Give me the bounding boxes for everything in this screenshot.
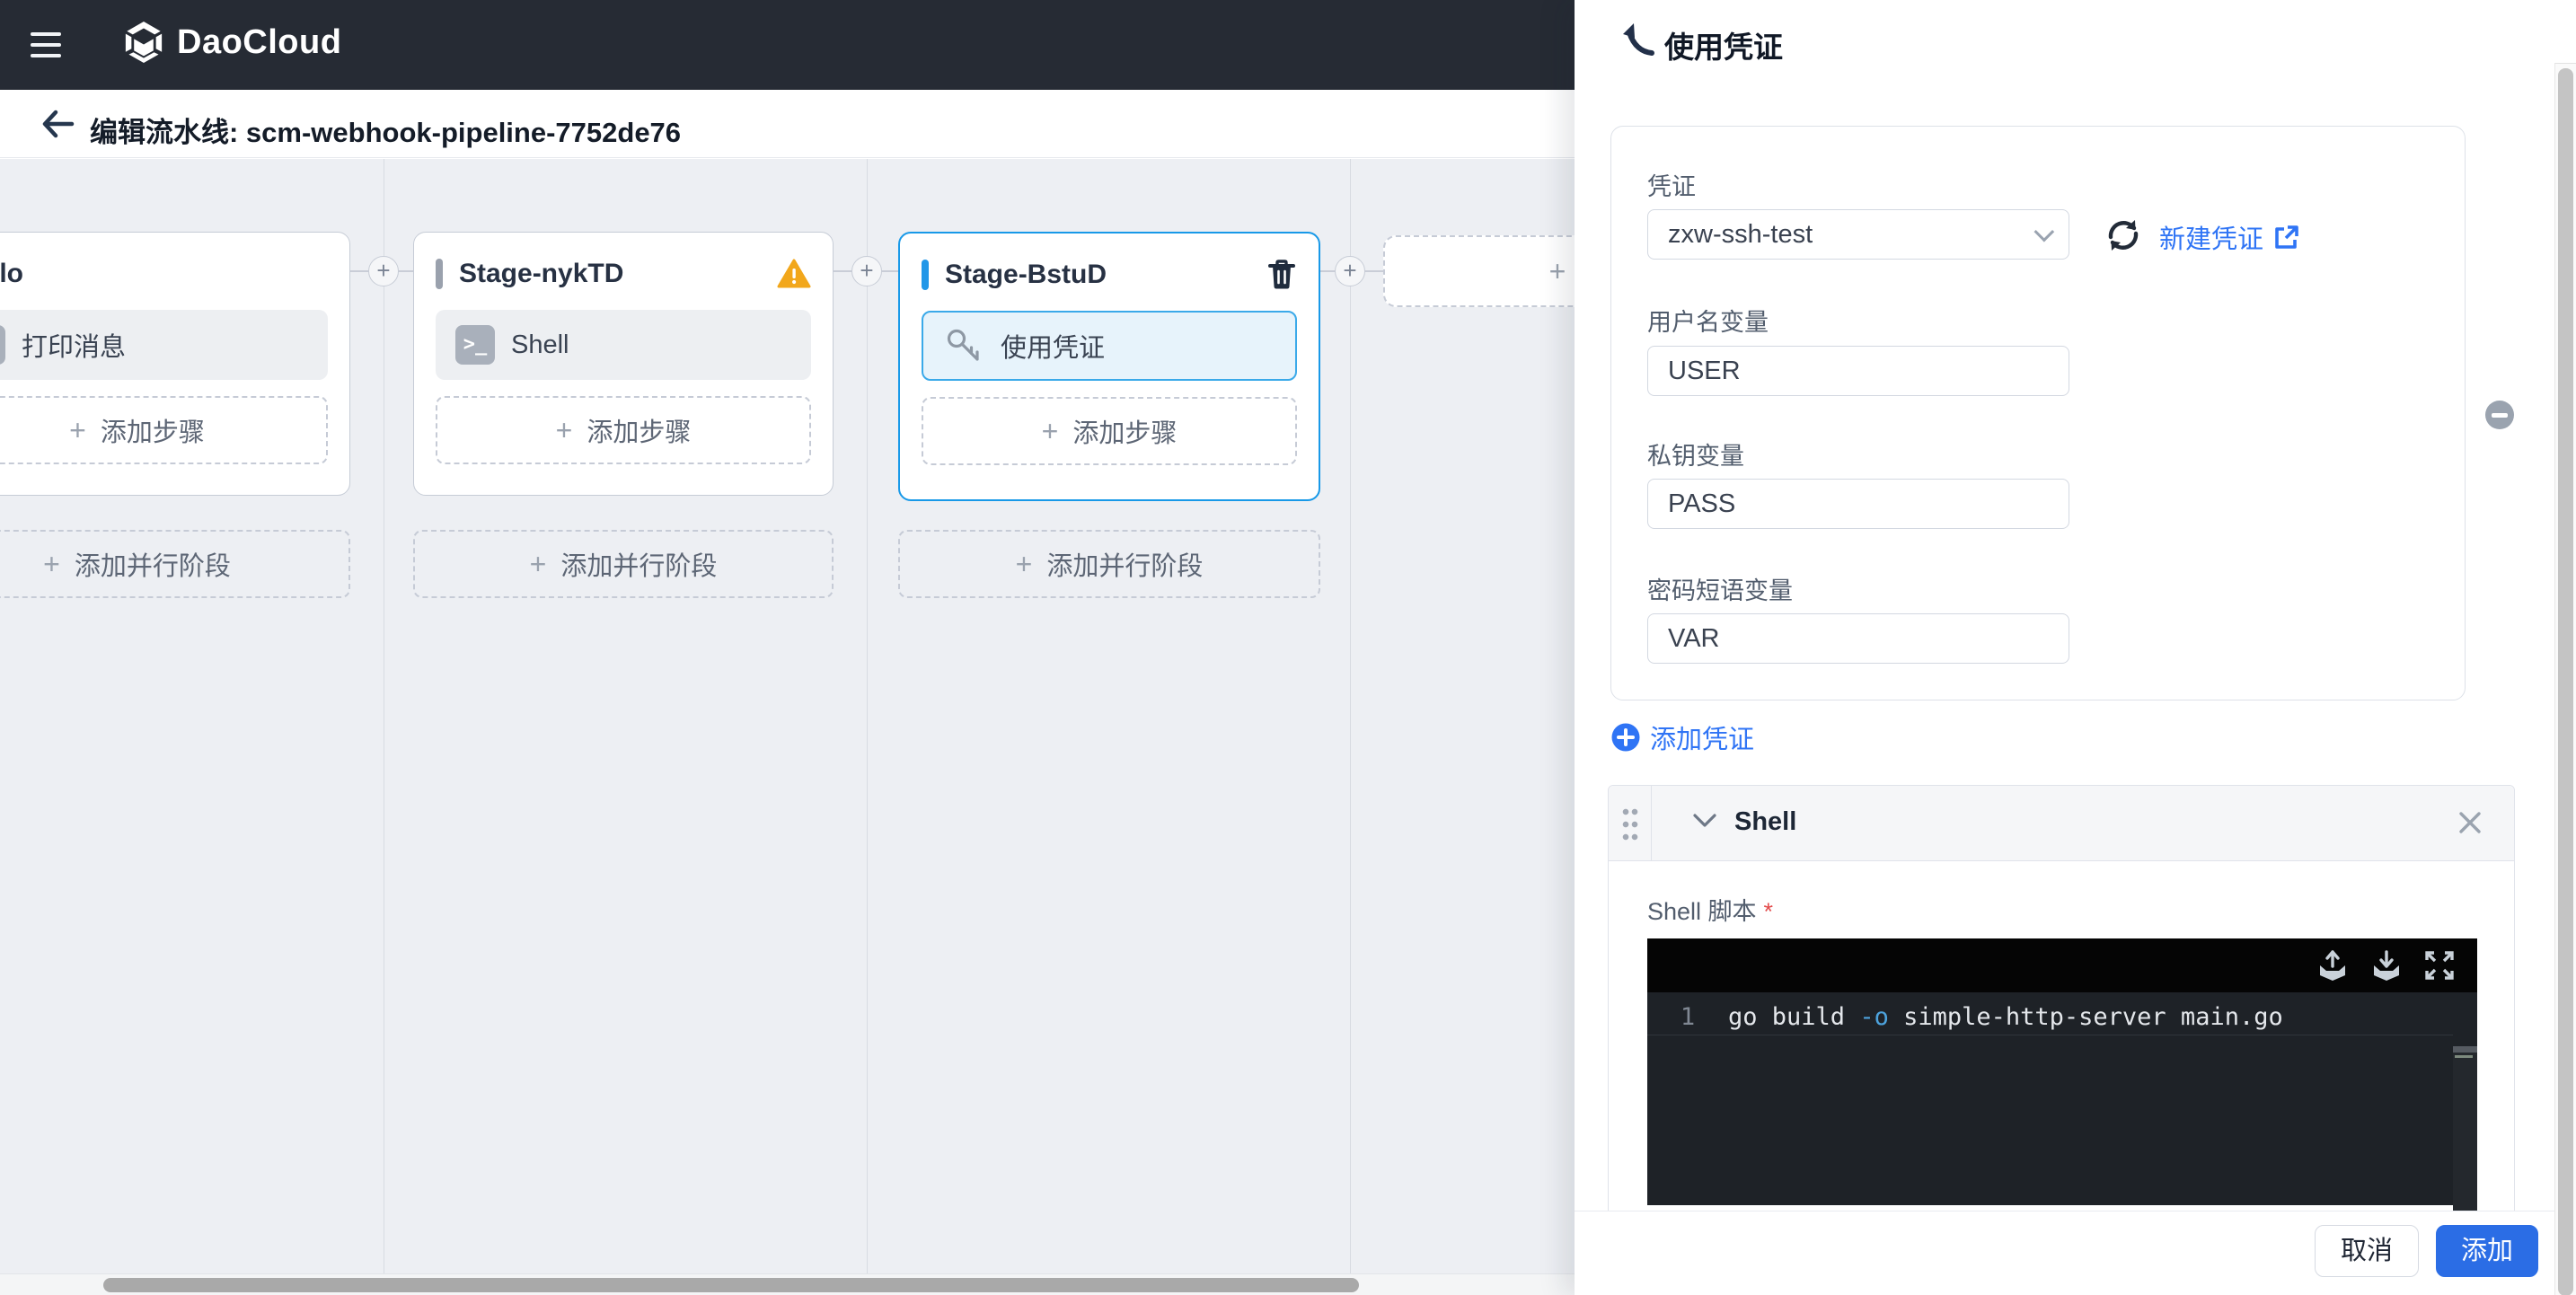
step-label: 使用凭证 [1001, 327, 1105, 365]
step-label: 打印消息 [22, 326, 126, 364]
column-divider [1350, 159, 1351, 1273]
column-divider [867, 159, 868, 1273]
chevron-down-icon [2034, 222, 2055, 242]
privatekey-variable-input[interactable] [1647, 479, 2069, 529]
horizontal-scrollbar[interactable] [0, 1273, 1575, 1295]
submit-button[interactable]: 添加 [2436, 1225, 2538, 1277]
shell-section-title: Shell [1734, 807, 1796, 837]
drag-handle-icon[interactable] [1609, 786, 1652, 861]
menu-icon[interactable] [29, 27, 68, 63]
refresh-icon[interactable] [2104, 216, 2142, 254]
passphrase-variable-label: 密码短语变量 [1647, 571, 1793, 606]
upload-icon[interactable] [2316, 948, 2350, 982]
add-step-button[interactable]: + 添加步骤 [0, 396, 328, 464]
message-step-icon [0, 325, 5, 365]
stage-name: Stage-nykTD [459, 259, 777, 289]
key-icon [943, 325, 984, 366]
chevron-down-icon[interactable] [1691, 811, 1718, 831]
horizontal-scrollbar-thumb[interactable] [103, 1278, 1359, 1292]
warning-icon [777, 259, 811, 289]
privatekey-variable-label: 私钥变量 [1647, 436, 1744, 471]
pipeline-editor-page: DaoCloud 编辑流水线: scm-webhook-pipeline-775… [0, 0, 2576, 1295]
download-icon[interactable] [2369, 948, 2404, 982]
plus-icon: + [43, 548, 60, 581]
stage-card[interactable]: llo 打印消息 + 添加步骤 [0, 232, 350, 496]
shell-step-icon: >_ [455, 325, 495, 365]
plus-icon: + [530, 548, 547, 581]
step-item-selected[interactable]: 使用凭证 [922, 311, 1297, 381]
line-number: 1 [1647, 1003, 1728, 1031]
circle-plus-icon [1610, 722, 1641, 753]
add-parallel-stage-button[interactable]: + 添加并行阶段 [898, 530, 1320, 598]
plus-icon: + [556, 414, 573, 447]
username-variable-label: 用户名变量 [1647, 303, 1769, 338]
plus-icon: + [1016, 548, 1033, 581]
credential-card: 凭证 zxw-ssh-test 新建凭证 [1610, 126, 2466, 700]
plus-icon: + [1042, 415, 1059, 448]
stage-card[interactable]: Stage-nykTD >_ Shell + 添加步骤 [413, 232, 834, 496]
stage-card-selected[interactable]: Stage-BstuD 使用凭证 [898, 232, 1320, 501]
stage-name: llo [0, 259, 328, 289]
step-item[interactable]: >_ Shell [436, 310, 811, 380]
shell-step-section: Shell Shell 脚本* [1608, 785, 2515, 1252]
vertical-scrollbar[interactable] [2554, 63, 2576, 1295]
shell-section-header[interactable]: Shell [1609, 786, 2514, 861]
username-variable-input[interactable] [1647, 346, 2069, 396]
stage-header: Stage-nykTD [436, 251, 811, 297]
shell-script-label: Shell 脚本* [1647, 892, 1773, 927]
code-line: 1 go build -o simple-http-server main.go [1647, 1000, 2453, 1035]
brand-logo[interactable]: DaoCloud [123, 20, 341, 65]
remove-credential-icon[interactable] [2485, 401, 2514, 429]
page-title: 编辑流水线: scm-webhook-pipeline-7752de76 [90, 110, 681, 150]
stage-accent-bar [922, 260, 929, 290]
editor-body[interactable]: 1 go build -o simple-http-server main.go [1647, 992, 2477, 1205]
stage-header: Stage-BstuD [922, 251, 1297, 298]
insert-stage-button[interactable]: + [851, 256, 882, 286]
stage-name: Stage-BstuD [945, 260, 1266, 290]
fullscreen-icon[interactable] [2423, 949, 2456, 982]
credential-selected-value: zxw-ssh-test [1668, 220, 2034, 250]
daocloud-cube-icon [123, 20, 164, 65]
brand-name: DaoCloud [177, 23, 341, 62]
step-label: Shell [511, 330, 569, 360]
step-item[interactable]: 打印消息 [0, 310, 328, 380]
close-icon[interactable] [2457, 809, 2483, 836]
credential-label: 凭证 [1647, 167, 1696, 202]
add-parallel-stage-button[interactable]: + 添加并行阶段 [413, 530, 834, 598]
credential-drawer: 使用凭证 凭证 zxw-ssh-test 新建凭证 [1575, 0, 2576, 1295]
passphrase-variable-input[interactable] [1647, 613, 2069, 664]
add-parallel-stage-button[interactable]: + 添加并行阶段 [0, 530, 350, 598]
trash-icon[interactable] [1266, 259, 1297, 291]
external-link-icon [2272, 223, 2301, 251]
add-credential-link[interactable]: 添加凭证 [1610, 718, 1754, 756]
add-step-button[interactable]: + 添加步骤 [922, 397, 1297, 465]
drawer-footer: 取消 添加 [1575, 1211, 2576, 1295]
insert-stage-button[interactable]: + [368, 256, 399, 286]
code-text: go build -o simple-http-server main.go [1728, 1003, 2283, 1031]
credential-select[interactable]: zxw-ssh-test [1647, 209, 2069, 260]
curved-arrow-icon [1621, 22, 1657, 59]
plus-icon: + [1549, 255, 1566, 288]
stage-header: llo [0, 251, 328, 297]
add-step-button[interactable]: + 添加步骤 [436, 396, 811, 464]
new-credential-link[interactable]: 新建凭证 [2159, 218, 2301, 256]
plus-icon: + [69, 414, 86, 447]
stage-accent-bar [436, 259, 443, 289]
vertical-scrollbar-thumb[interactable] [2558, 68, 2573, 1295]
insert-stage-button[interactable]: + [1335, 256, 1365, 286]
back-arrow-icon[interactable] [40, 108, 75, 140]
shell-script-editor[interactable]: 1 go build -o simple-http-server main.go [1647, 938, 2477, 1205]
cancel-button[interactable]: 取消 [2315, 1225, 2419, 1277]
required-mark: * [1764, 898, 1774, 925]
editor-toolbar [1647, 938, 2477, 992]
drawer-title: 使用凭证 [1664, 23, 1783, 66]
